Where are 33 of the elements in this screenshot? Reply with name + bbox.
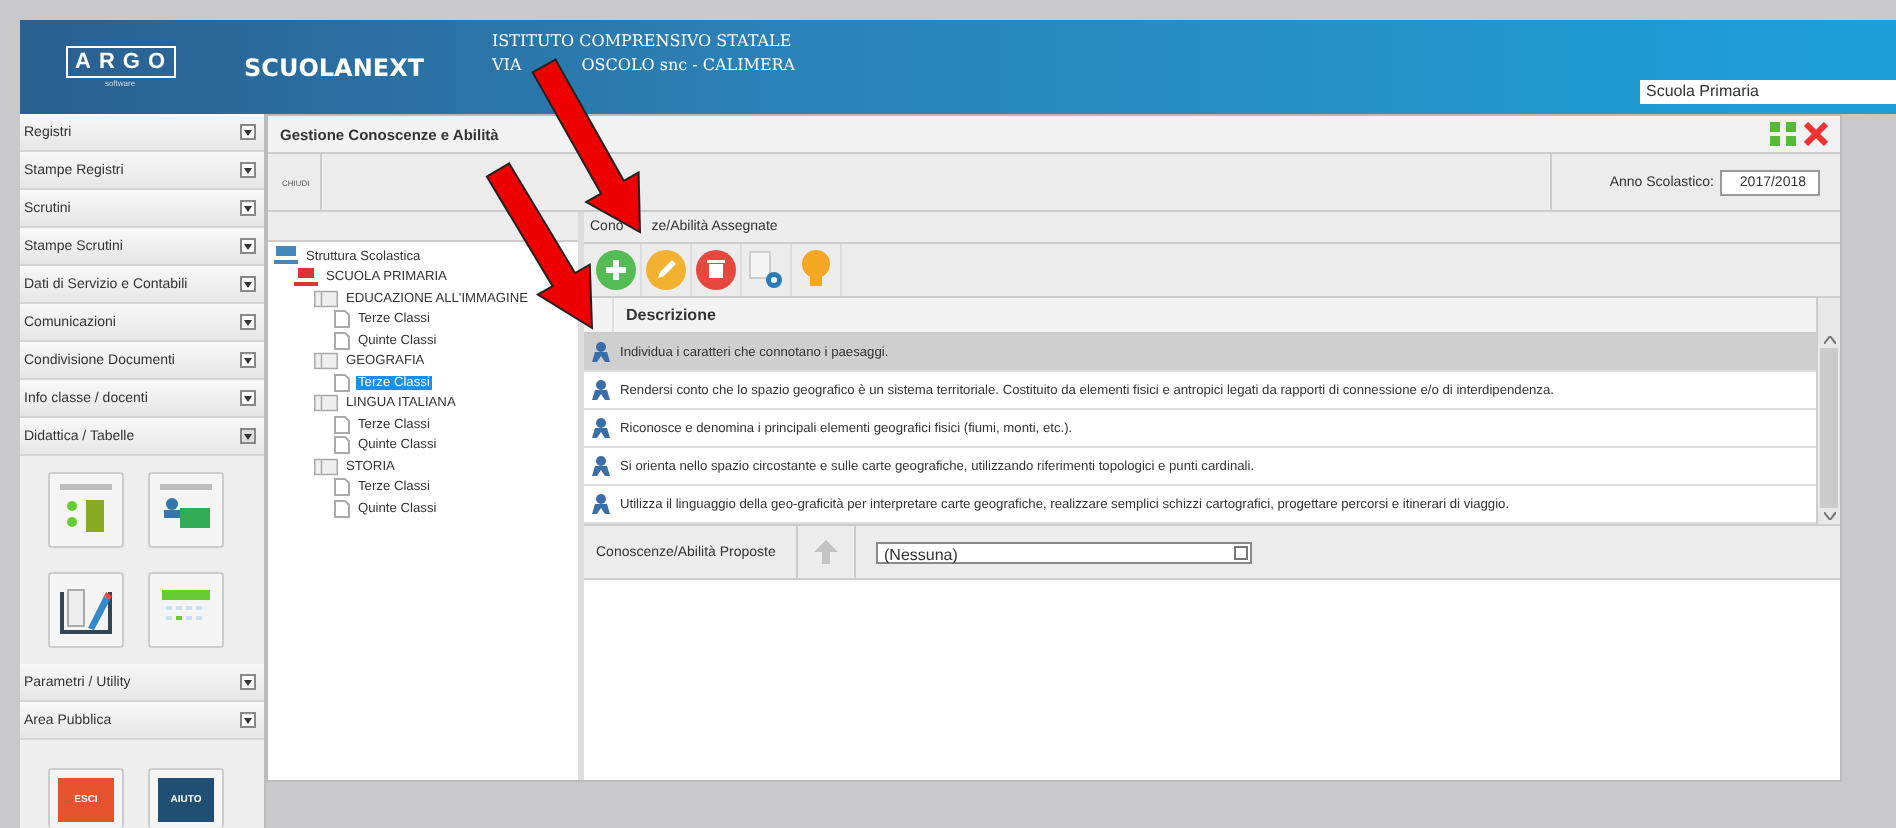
school-select-field[interactable]: Scuola Primaria [1640,80,1896,104]
list-tile-icon[interactable] [48,472,124,548]
scrollbar-thumb[interactable] [1820,348,1838,508]
class-board-icon[interactable] [148,472,224,548]
document-gear-icon[interactable] [748,250,784,290]
product-name: SCUOLANEXT [242,53,427,81]
scroll-down-icon[interactable] [1823,512,1835,520]
person-icon [592,342,610,362]
proposed-select-field[interactable]: (Nessuna) [876,541,1252,563]
network-icon [274,246,298,267]
school-address: OSCOLO snc - CALIMERA [581,54,796,78]
book-icon [314,394,338,413]
lightbulb-icon[interactable] [802,250,830,290]
school-name: ISTITUTO COMPRENSIVO STATALE [492,30,794,54]
book-icon [314,352,338,371]
person-icon [592,380,610,400]
pencil-icon[interactable] [646,250,686,290]
scroll-up-icon[interactable] [1823,336,1835,344]
notebook-pencil-icon[interactable] [48,572,124,648]
up-arrow-icon[interactable] [814,540,838,564]
book-icon [314,457,338,476]
school-icon [294,267,318,288]
person-icon [592,494,610,514]
person-icon [592,456,610,476]
maximize-icon[interactable] [1770,122,1796,146]
school-address: VIA [492,54,522,78]
document-icon [334,373,350,392]
person-icon [592,418,610,438]
trash-icon[interactable] [696,250,736,290]
book-icon [314,289,338,308]
calendar-icon[interactable] [148,572,224,648]
add-icon[interactable] [596,250,636,290]
close-icon[interactable] [1804,122,1828,146]
